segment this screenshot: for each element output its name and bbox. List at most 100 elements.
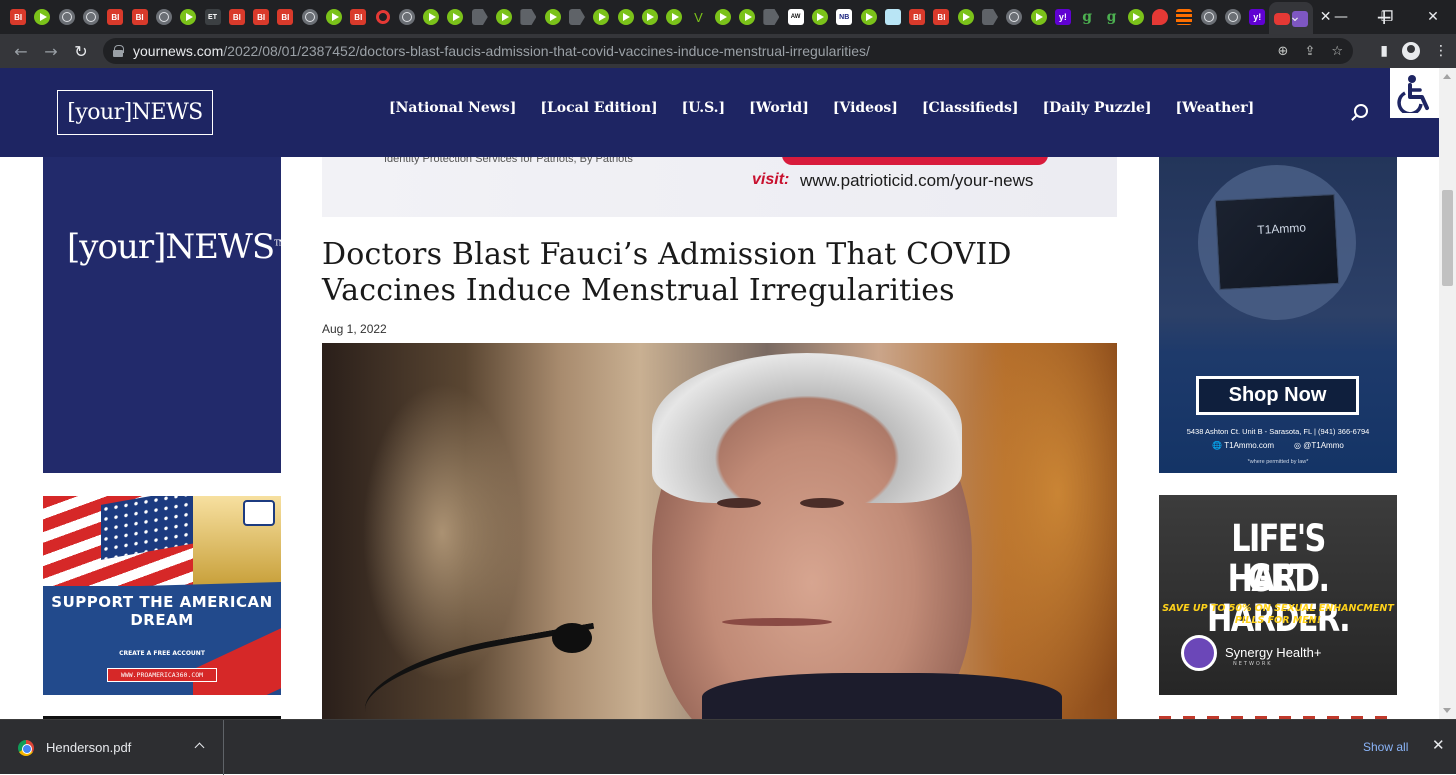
banner-button bbox=[782, 157, 1048, 165]
browser-tab[interactable] bbox=[1124, 0, 1148, 34]
close-window-icon[interactable]: ✕ bbox=[1410, 9, 1456, 25]
browser-tab[interactable] bbox=[79, 0, 103, 34]
browser-tab[interactable] bbox=[395, 0, 419, 34]
browser-tab[interactable] bbox=[856, 0, 880, 34]
reload-icon[interactable]: ↻ bbox=[66, 42, 96, 61]
url-text[interactable]: yournews.com/2022/08/01/2387452/doctors-… bbox=[133, 43, 870, 59]
browser-tab[interactable] bbox=[881, 0, 905, 34]
browser-tab[interactable]: BI bbox=[6, 0, 30, 34]
tab-search-icon[interactable]: ⌄ bbox=[1272, 9, 1318, 25]
browser-tab[interactable] bbox=[1172, 0, 1196, 34]
zoom-icon[interactable]: ⊕ bbox=[1278, 44, 1289, 59]
minimize-icon[interactable]: — bbox=[1318, 9, 1364, 25]
bookmark-star-icon[interactable]: ☆ bbox=[1331, 44, 1343, 59]
article-headline: Doctors Blast Fauci’s Admission That COV… bbox=[322, 237, 1012, 308]
favicon-icon bbox=[496, 9, 513, 25]
browser-tab[interactable] bbox=[808, 0, 832, 34]
browser-tab[interactable]: V bbox=[686, 0, 710, 34]
side-panel-icon[interactable]: ▮ bbox=[1380, 43, 1388, 59]
browser-tab[interactable]: BI bbox=[905, 0, 929, 34]
browser-tab[interactable] bbox=[443, 0, 467, 34]
scroll-thumb[interactable] bbox=[1442, 190, 1453, 286]
browser-tab[interactable] bbox=[1197, 0, 1221, 34]
browser-tab[interactable]: ET bbox=[200, 0, 224, 34]
browser-tab[interactable] bbox=[370, 0, 394, 34]
nav-link[interactable]: [Videos] bbox=[833, 100, 898, 116]
browser-tab[interactable]: y! bbox=[1051, 0, 1075, 34]
patrioticid-banner[interactable]: Identity Protection Services for Patriot… bbox=[322, 157, 1117, 217]
show-all-link[interactable]: Show all bbox=[1363, 740, 1408, 754]
menu-kebab-icon[interactable]: ⋮ bbox=[1434, 43, 1448, 59]
nav-link[interactable]: [World] bbox=[749, 100, 809, 116]
browser-tab[interactable] bbox=[1148, 0, 1172, 34]
browser-tab[interactable]: y! bbox=[1245, 0, 1269, 34]
browser-tab[interactable] bbox=[541, 0, 565, 34]
browser-tab[interactable]: NB bbox=[832, 0, 856, 34]
page-scrollbar[interactable] bbox=[1439, 68, 1456, 719]
browser-tab[interactable]: BI bbox=[103, 0, 127, 34]
browser-tab[interactable] bbox=[176, 0, 200, 34]
browser-tab[interactable] bbox=[638, 0, 662, 34]
browser-tab[interactable]: BI bbox=[225, 0, 249, 34]
browser-tab[interactable] bbox=[322, 0, 346, 34]
browser-tab[interactable]: BI bbox=[273, 0, 297, 34]
chevron-up-icon[interactable] bbox=[194, 742, 205, 753]
browser-tab[interactable] bbox=[735, 0, 759, 34]
accessibility-icon[interactable] bbox=[1390, 68, 1439, 118]
search-icon[interactable] bbox=[1354, 104, 1368, 118]
nav-link[interactable]: [Local Edition] bbox=[540, 100, 657, 116]
t1ammo-ad[interactable]: T1Ammo Shop Now 5438 Ashton Ct. Unit B -… bbox=[1159, 157, 1397, 473]
profile-avatar-icon[interactable] bbox=[1402, 42, 1420, 60]
browser-tab[interactable] bbox=[613, 0, 637, 34]
favicon-icon bbox=[617, 9, 634, 25]
browser-tab[interactable]: g bbox=[1075, 0, 1099, 34]
forward-icon[interactable]: → bbox=[36, 42, 66, 61]
close-icon[interactable]: ✕ bbox=[1432, 736, 1445, 754]
browser-tab[interactable] bbox=[516, 0, 540, 34]
address-bar[interactable]: yournews.com/2022/08/01/2387452/doctors-… bbox=[103, 38, 1353, 64]
favicon-icon bbox=[1200, 9, 1217, 25]
site-logo[interactable]: [your]NEWS bbox=[57, 90, 213, 135]
browser-tab[interactable] bbox=[759, 0, 783, 34]
browser-tab[interactable] bbox=[662, 0, 686, 34]
browser-tab[interactable] bbox=[565, 0, 589, 34]
browser-tab[interactable] bbox=[1002, 0, 1026, 34]
browser-tab[interactable] bbox=[492, 0, 516, 34]
synergy-health-ad[interactable]: LIFE'S HARD. GET HARDER. SAVE UP TO 50% … bbox=[1159, 495, 1397, 695]
shop-now-button[interactable]: Shop Now bbox=[1196, 376, 1359, 415]
nav-link[interactable]: [Weather] bbox=[1176, 100, 1255, 116]
download-item[interactable]: Henderson.pdf bbox=[0, 720, 224, 775]
browser-tab[interactable] bbox=[954, 0, 978, 34]
browser-tab[interactable]: BI bbox=[929, 0, 953, 34]
browser-tab[interactable] bbox=[589, 0, 613, 34]
browser-tab[interactable] bbox=[55, 0, 79, 34]
browser-tab[interactable] bbox=[1026, 0, 1050, 34]
browser-tab[interactable]: AW bbox=[784, 0, 808, 34]
browser-tab[interactable]: BI bbox=[127, 0, 151, 34]
browser-tab[interactable]: g bbox=[1099, 0, 1123, 34]
window-controls: ⌄ — ❐ ✕ bbox=[1272, 0, 1456, 34]
nav-link[interactable]: [U.S.] bbox=[682, 100, 726, 116]
back-icon[interactable]: ← bbox=[6, 42, 36, 61]
browser-tab[interactable] bbox=[468, 0, 492, 34]
yournews-ad[interactable]: [your]NEWSTM bbox=[43, 157, 287, 473]
browser-tab[interactable]: BI bbox=[346, 0, 370, 34]
nav-link[interactable]: [National News] bbox=[389, 100, 516, 116]
favicon-icon bbox=[471, 9, 488, 25]
browser-tab[interactable]: BI bbox=[249, 0, 273, 34]
american-dream-ad[interactable]: SUPPORT THE AMERICAN DREAM CREATE A FREE… bbox=[43, 496, 281, 695]
browser-tab[interactable] bbox=[30, 0, 54, 34]
share-icon[interactable]: ⇪ bbox=[1304, 44, 1315, 59]
restore-icon[interactable]: ❐ bbox=[1364, 9, 1410, 25]
nav-link[interactable]: [Classifieds] bbox=[922, 100, 1019, 116]
browser-tab[interactable] bbox=[978, 0, 1002, 34]
nav-link[interactable]: [Daily Puzzle] bbox=[1043, 100, 1152, 116]
browser-tab[interactable] bbox=[419, 0, 443, 34]
scroll-up-arrow-icon[interactable] bbox=[1443, 74, 1451, 79]
lock-icon[interactable] bbox=[113, 45, 124, 57]
scroll-down-arrow-icon[interactable] bbox=[1443, 708, 1451, 713]
browser-tab[interactable] bbox=[298, 0, 322, 34]
browser-tab[interactable] bbox=[1221, 0, 1245, 34]
browser-tab[interactable] bbox=[711, 0, 735, 34]
browser-tab[interactable] bbox=[152, 0, 176, 34]
